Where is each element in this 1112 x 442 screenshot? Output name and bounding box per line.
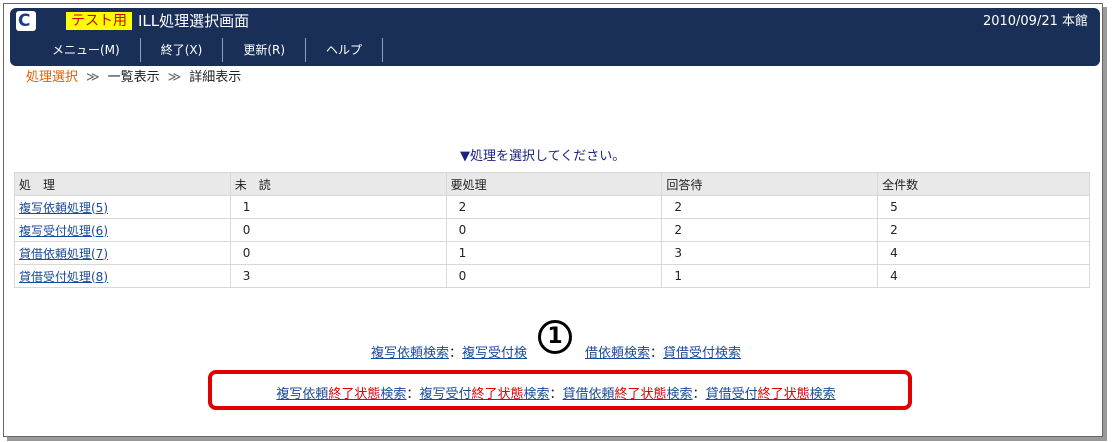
- cell-action-needed: 0: [445, 264, 663, 288]
- separator: ：: [406, 387, 420, 402]
- cell-unread: 0: [229, 241, 447, 265]
- column-header-unread: 未 読: [229, 172, 447, 196]
- menu-item-exit[interactable]: 終了(X): [141, 38, 224, 62]
- annotation-marker: 1: [538, 320, 572, 354]
- breadcrumb-detail[interactable]: 詳細表示: [189, 70, 241, 85]
- copy-accept-completed-search-link[interactable]: 複写受付終了状態検索: [419, 387, 549, 402]
- date-library-label: 2010/09/21 本館: [982, 14, 1088, 29]
- breadcrumb-current: 処理選択: [26, 70, 79, 85]
- table-row: 貸借受付処理(8) 3 0 1 4: [14, 264, 1090, 288]
- process-table: 処 理 未 読 要処理 回答待 全件数 複写依頼処理(5) 1 2 2 5 複写…: [14, 172, 1090, 288]
- table-header-row: 処 理 未 読 要処理 回答待 全件数: [14, 172, 1090, 196]
- table-row: 貸借依頼処理(7) 0 1 3 4: [14, 241, 1090, 265]
- cell-action-needed: 0: [445, 218, 663, 242]
- cell-unread: 1: [229, 195, 447, 219]
- separator: ：: [549, 387, 563, 402]
- menu-bar: メニュー(M) 終了(X) 更新(R) ヘルプ: [32, 38, 384, 62]
- cell-action-needed: 1: [445, 241, 663, 265]
- cell-unread: 3: [229, 264, 447, 288]
- loan-accept-search-link[interactable]: 貸借受付検索: [663, 346, 741, 361]
- cell-total: 4: [877, 241, 1090, 265]
- menu-item-help[interactable]: ヘルプ: [306, 38, 384, 62]
- cell-awaiting-reply: 1: [661, 264, 879, 288]
- process-link-copy-request[interactable]: 複写依頼処理(5): [19, 201, 108, 215]
- cell-unread: 0: [229, 218, 447, 242]
- copy-request-search-link[interactable]: 複写依頼検索: [371, 346, 449, 361]
- table-row: 複写受付処理(6) 0 0 2 2: [14, 218, 1090, 242]
- breadcrumb-separator: ≫: [167, 70, 182, 85]
- column-header-process: 処 理: [14, 172, 231, 196]
- cell-total: 5: [877, 195, 1090, 219]
- process-link-loan-request[interactable]: 貸借依頼処理(7): [19, 247, 108, 261]
- app-logo-icon: C: [16, 11, 36, 31]
- cell-awaiting-reply: 3: [661, 241, 879, 265]
- table-row: 複写依頼処理(5) 1 2 2 5: [14, 195, 1090, 219]
- loan-request-completed-search-link[interactable]: 貸借依頼終了状態検索: [563, 387, 693, 402]
- window-title: ILL処理選択画面: [138, 12, 250, 30]
- column-header-total: 全件数: [877, 172, 1090, 196]
- cell-awaiting-reply: 2: [661, 218, 879, 242]
- copy-accept-search-link[interactable]: 複写受付検: [462, 346, 527, 361]
- separator: ：: [692, 387, 706, 402]
- breadcrumb-separator: ≫: [86, 70, 100, 85]
- separator: ：: [650, 346, 664, 361]
- copy-request-completed-search-link[interactable]: 複写依頼終了状態検索: [276, 387, 406, 402]
- cell-action-needed: 2: [445, 195, 663, 219]
- column-header-awaiting-reply: 回答待: [661, 172, 879, 196]
- menu-item-refresh[interactable]: 更新(R): [223, 38, 307, 62]
- test-mode-badge: テスト用: [66, 12, 132, 30]
- loan-request-search-link[interactable]: 借依頼検索: [585, 346, 650, 361]
- cell-total: 2: [877, 218, 1090, 242]
- cell-awaiting-reply: 2: [661, 195, 879, 219]
- loan-accept-completed-search-link[interactable]: 貸借受付終了状態検索: [706, 387, 836, 402]
- menu-item-menu[interactable]: メニュー(M): [32, 38, 141, 62]
- title-bar: C テスト用 ILL処理選択画面 2010/09/21 本館 メニュー(M) 終…: [10, 8, 1100, 66]
- process-link-loan-accept[interactable]: 貸借受付処理(8): [19, 270, 108, 284]
- process-link-copy-accept[interactable]: 複写受付処理(6): [19, 224, 108, 238]
- breadcrumb-list[interactable]: 一覧表示: [108, 70, 160, 85]
- column-header-action-needed: 要処理: [445, 172, 663, 196]
- instruction-text: ▼処理を選択してください。: [460, 149, 626, 164]
- breadcrumb: 処理選択 ≫ 一覧表示 ≫ 詳細表示: [26, 68, 241, 88]
- completed-search-links-row: 複写依頼終了状態検索：複写受付終了状態検索：貸借依頼終了状態検索：貸借受付終了状…: [0, 383, 1112, 402]
- separator: ：: [448, 346, 462, 361]
- cell-total: 4: [877, 264, 1090, 288]
